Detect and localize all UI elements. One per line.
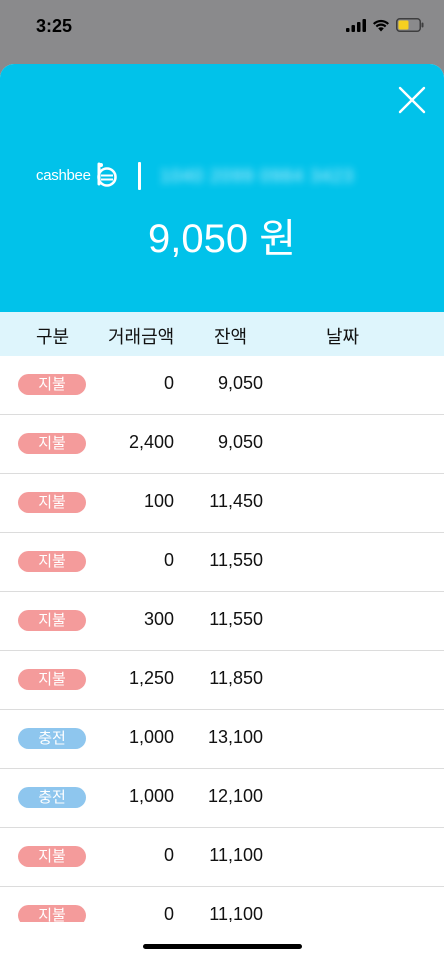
amount-cell: 100 [143,491,174,511]
balance-cell: 11,100 [209,904,263,922]
signal-icon [346,18,366,32]
balance-cell: 11,450 [209,491,263,511]
amount-cell: 2,400 [128,432,174,452]
amount-cell: 0 [163,904,174,922]
close-icon[interactable] [398,86,426,114]
amount-cell: 0 [163,845,174,865]
battery-icon [396,18,424,32]
transaction-list[interactable]: 지불 0 9,050 지불 2,400 9,050 지불 100 11,450 … [0,356,444,922]
card-number: 1040 2099 0984 3423 [160,166,355,186]
balance-cell: 11,550 [209,609,263,629]
column-amount: 거래금액 [108,327,175,348]
type-badge: 지불 [18,374,86,395]
type-badge: 지불 [18,492,86,513]
status-icons [346,18,424,32]
type-badge: 지불 [18,905,86,922]
amount-cell: 1,000 [128,727,174,747]
balance-cell: 9,050 [217,432,263,452]
table-row: 지불 0 11,550 [0,533,444,592]
card-header: cashbee 1040 2099 0984 3423 9,050 원 [0,64,444,312]
type-badge: 지불 [18,551,86,572]
table-row: 지불 1,250 11,850 [0,651,444,710]
column-date: 날짜 [326,327,360,348]
balance-cell: 11,550 [209,550,263,570]
table-header: 구분 거래금액 잔액 날짜 [0,312,444,356]
table-row: 충전 1,000 13,100 [0,710,444,769]
balance-cell: 13,100 [207,727,263,747]
amount-cell: 0 [163,550,174,570]
type-badge: 충전 [18,787,86,808]
column-balance: 잔액 [214,327,248,348]
wifi-icon [373,19,389,31]
amount-cell: 300 [143,609,174,629]
table-row: 충전 1,000 12,100 [0,769,444,828]
cashbee-logo: cashbee [36,160,119,190]
table-row: 지불 2,400 9,050 [0,415,444,474]
card-history-sheet: cashbee 1040 2099 0984 3423 9,050 원 구분 거… [0,64,444,961]
home-indicator[interactable] [143,944,302,949]
table-row: 지불 0 11,100 [0,887,444,922]
type-badge: 지불 [18,610,86,631]
type-badge: 충전 [18,728,86,749]
balance-cell: 11,100 [209,845,263,865]
table-row: 지불 0 9,050 [0,356,444,415]
logo-text: cashbee [36,166,91,184]
status-time: 3:25 [36,16,73,36]
amount-cell: 1,250 [128,668,174,688]
balance-cell: 12,100 [207,786,263,806]
status-bar: 3:25 [0,0,444,58]
balance-cell: 11,850 [209,668,263,688]
card-balance: 9,050 원 [147,217,296,261]
bee-icon [96,162,117,187]
table-row: 지불 300 11,550 [0,592,444,651]
amount-cell: 0 [163,373,174,393]
table-row: 지불 100 11,450 [0,474,444,533]
amount-cell: 1,000 [128,786,174,806]
table-row: 지불 0 11,100 [0,828,444,887]
logo-separator [138,162,141,190]
balance-cell: 9,050 [217,373,263,393]
type-badge: 지불 [18,433,86,454]
type-badge: 지불 [18,669,86,690]
type-badge: 지불 [18,846,86,867]
column-type: 구분 [36,327,70,348]
